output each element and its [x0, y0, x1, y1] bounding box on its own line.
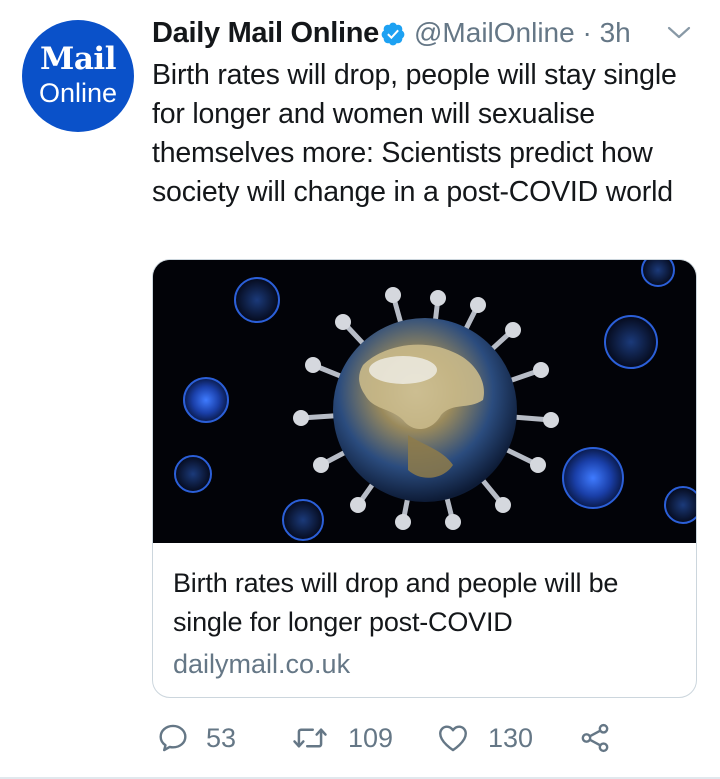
author-handle[interactable]: @MailOnline	[414, 17, 575, 48]
reply-count: 53	[206, 723, 237, 753]
author-name[interactable]: Daily Mail Online	[152, 14, 379, 52]
chevron-down-icon[interactable]	[666, 22, 692, 44]
like-button[interactable]: 130	[436, 716, 546, 760]
handle-time[interactable]: @MailOnline · 3h	[414, 14, 631, 52]
separator-dot: ·	[582, 17, 592, 48]
card-title[interactable]: Birth rates will drop and people will be…	[173, 564, 683, 642]
reply-icon	[159, 724, 187, 752]
share-icon	[581, 723, 609, 753]
tweet[interactable]: Mail Online Daily Mail Online @MailOnlin…	[0, 0, 720, 779]
retweet-icon	[293, 728, 327, 748]
link-card[interactable]: Birth rates will drop and people will be…	[152, 259, 697, 698]
avatar-logo-line1: Mail	[40, 41, 116, 77]
avatar-logo-line2: Online	[38, 78, 118, 108]
verified-badge-icon	[381, 22, 405, 46]
retweet-button[interactable]: 109	[292, 716, 402, 760]
avatar[interactable]: Mail Online	[22, 20, 134, 132]
share-button[interactable]	[578, 716, 618, 760]
like-count: 130	[488, 723, 534, 753]
card-image[interactable]	[153, 260, 697, 543]
tweet-header: Daily Mail Online @MailOnline · 3h	[152, 14, 708, 54]
tweet-text: Birth rates will drop, people will stay …	[152, 59, 677, 208]
heart-icon	[439, 725, 467, 752]
tweet-time[interactable]: 3h	[600, 17, 631, 48]
retweet-count: 109	[348, 723, 394, 753]
reply-button[interactable]: 53	[156, 716, 246, 760]
card-text[interactable]: Birth rates will drop and people will be…	[173, 564, 683, 684]
tweet-actions: 53 109 130	[152, 716, 708, 760]
card-domain: dailymail.co.uk	[173, 649, 351, 679]
